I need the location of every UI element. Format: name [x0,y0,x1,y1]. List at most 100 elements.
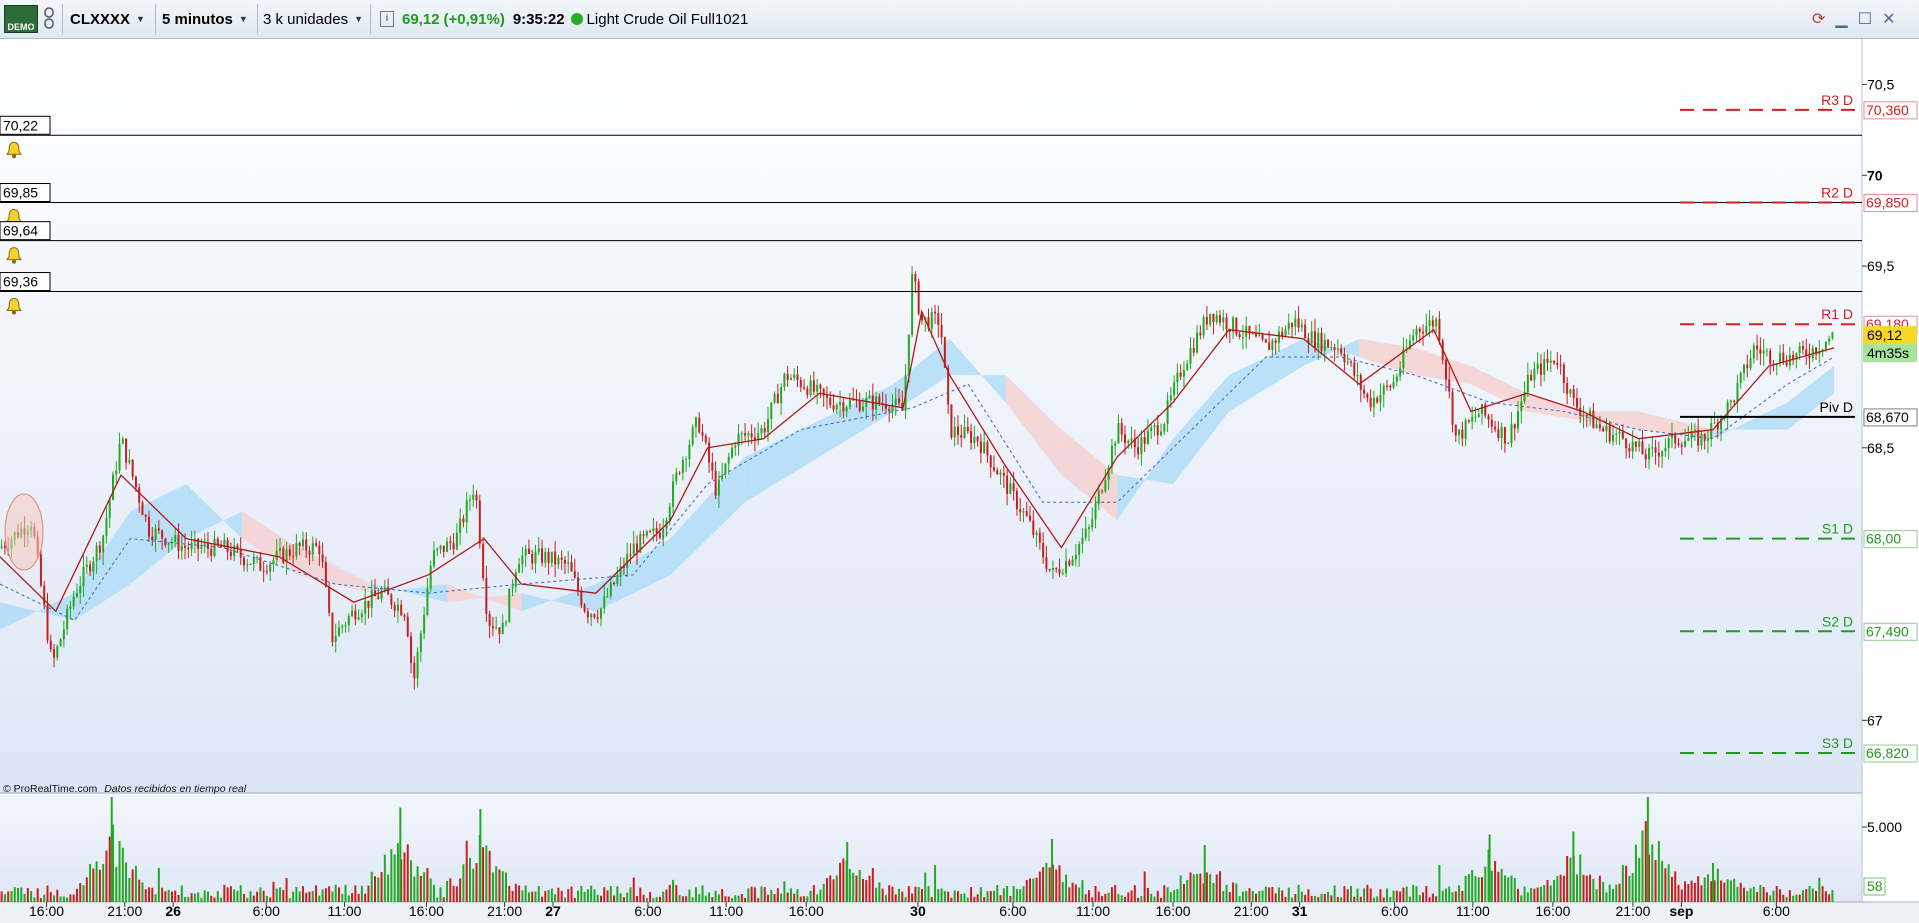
volume-bar [1579,854,1582,902]
candle-body [1251,333,1254,335]
volume-bar [1494,860,1497,902]
candle-body [1418,328,1421,332]
volume-bar [449,878,452,902]
volume-bar [1356,888,1359,902]
volume-bar [1556,875,1559,902]
candle-body [1435,319,1438,327]
volume-bar [1359,896,1362,902]
volume-bar [220,897,223,902]
volume-bar [825,878,828,902]
volume-bar [691,897,694,902]
volume-bar [652,898,655,902]
volume-spike-bar [1488,834,1491,902]
candle-body [1114,443,1117,446]
volume-bar [983,897,986,902]
x-tick-label: 16:00 [409,903,444,919]
volume-bar [108,836,111,902]
volume-bar [884,895,887,902]
volume-bar [1245,890,1248,902]
volume-bar [881,888,884,902]
candle-body [229,551,232,557]
candle-body [979,441,982,454]
volume-bar [1680,889,1683,902]
candle-body [396,604,399,611]
volume-bar [1019,889,1022,902]
volume-bar [966,897,969,902]
candle-body [1651,447,1654,449]
volume-bar [730,898,733,902]
candle-body [599,608,602,619]
volume-bar [1697,876,1700,902]
candle-body [128,459,131,463]
candle-body [180,545,183,551]
volume-bar [740,893,743,902]
candle-body [1094,503,1097,520]
candle-body [681,459,684,473]
candle-body [698,417,701,433]
volume-bar [803,896,806,902]
candle-body [226,539,229,552]
candle-body [1513,424,1516,429]
volume-bar [1074,884,1077,902]
candle-body [1579,407,1582,416]
y-tick-label: 68,5 [1867,440,1894,456]
candle-body [1611,434,1614,442]
candle-body [973,436,976,444]
volume-bar [89,863,92,902]
candle-body [1749,358,1752,369]
volume-bar [69,894,72,902]
volume-bar [1500,868,1503,902]
candle-body [1618,431,1621,435]
candle-body [691,427,694,445]
volume-bar [1634,844,1637,902]
candle-body [658,532,661,538]
volume-bar [1821,886,1824,902]
volume-bar [511,890,514,902]
candle-body [1461,429,1464,439]
candle-body [708,442,711,463]
countdown-label: 4m35s [1867,345,1909,361]
candle-body [1474,417,1477,419]
volume-bar [157,867,160,902]
x-tick-label: 21:00 [1234,903,1269,919]
volume-bar [947,891,950,902]
volume-bar [727,896,730,902]
candle-body [1785,362,1788,366]
x-tick-label: 11:00 [1456,903,1490,919]
volume-bar [531,891,534,902]
candle-body [1074,554,1077,560]
volume-bar [213,897,216,902]
volume-bar [1297,884,1300,902]
volume-bar [1061,882,1064,902]
volume-bar [1533,888,1536,902]
candle-body [347,616,350,625]
candle-body [642,534,645,536]
volume-bar [1785,896,1788,902]
candle-body [331,612,334,643]
volume-bar [760,886,763,902]
candle-body [1811,347,1814,358]
candle-body [400,604,403,616]
volume-bar [357,893,360,902]
volume-bar [1736,886,1739,902]
volume-bar [560,890,563,902]
candle-body [354,610,357,620]
volume-bar [521,890,524,902]
volume-bar [1418,895,1421,902]
candle-body [43,585,46,605]
candle-body [1366,393,1369,398]
candle-body [292,555,295,557]
volume-bar [557,887,560,902]
candle-body [69,606,72,609]
alert-label: 70,22 [3,117,38,133]
pivot-value: 68,670 [1866,409,1909,425]
price-chart[interactable]: 70,22 69,85 69,64 69,36 R3 D 70,360 R2 D 69,85… [0,0,1919,923]
volume-bar [989,891,992,902]
candle-body [1274,340,1277,343]
volume-bar [1281,890,1284,902]
candle-body [1317,332,1320,349]
candle-body [200,546,203,549]
volume-bar [131,869,134,902]
volume-bar [1769,895,1772,902]
volume-bar [894,894,897,902]
